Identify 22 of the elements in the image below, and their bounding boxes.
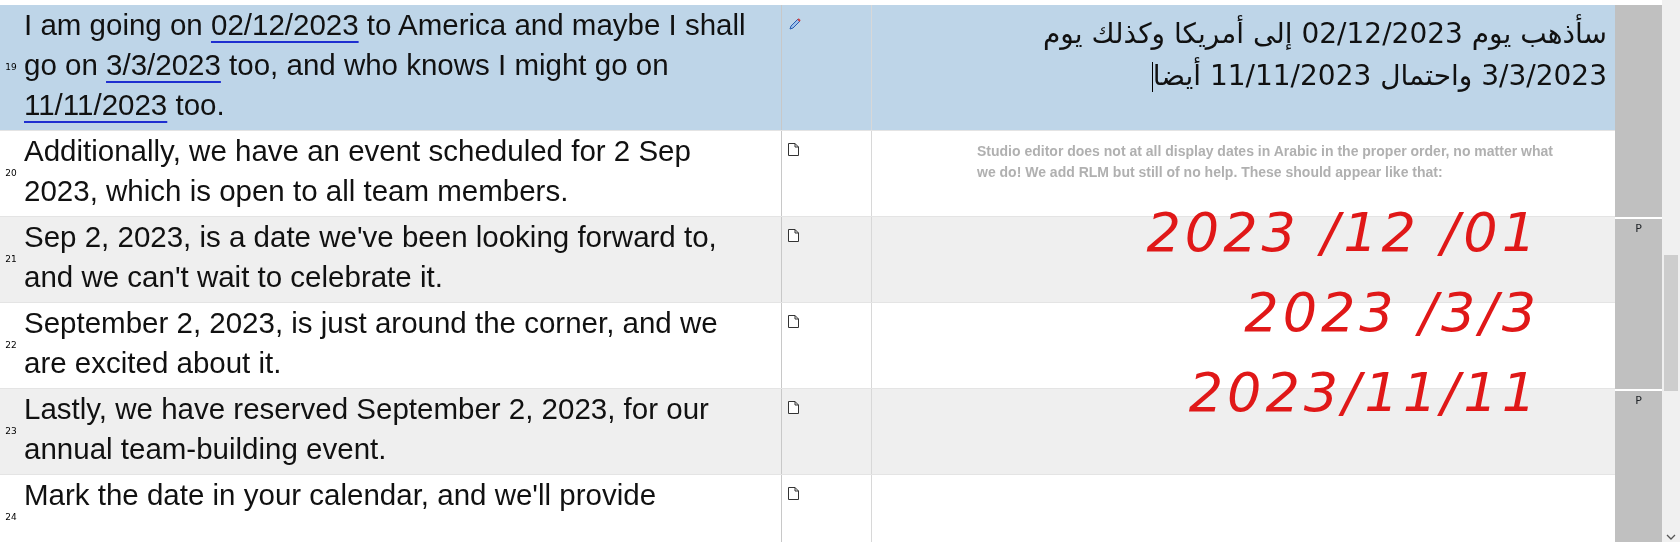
row-number: 20	[5, 166, 17, 180]
source-text: Lastly, we have reserved September 2, 2023, for our annual team-building event.	[24, 391, 710, 467]
source-text: Sep 2, 2023, is a date we've been looking forward to, and we can't wait to celebrate it.	[24, 219, 718, 295]
row-number: 24	[5, 510, 17, 524]
source-text: Additionally, we have an event scheduled for 2 Sep 2023, which is open to all team members.	[24, 133, 692, 209]
source-text: Mark the date in your calendar, and we'll provide	[24, 477, 658, 513]
row-number: 23	[5, 424, 17, 438]
scrollbar-thumb[interactable]	[1664, 255, 1678, 391]
handwritten-note: 2023/11/11	[1188, 360, 1540, 426]
handwritten-note: 2023 /3/3	[1244, 280, 1540, 346]
scrollbar[interactable]	[1662, 0, 1680, 542]
comment-text: Studio editor does not at all display dates in Arabic in the proper order, no matter what we do! We add RLM but still of no help. These should appear like that:	[977, 142, 1554, 182]
handwritten-note: 2023 /12 /01	[1146, 200, 1540, 266]
source-text: I am going on 02/12/2023 to America and maybe I shall go on 3/3/2023 too, and who knows I might go on 11/11/2023 too.	[24, 7, 747, 123]
target-text[interactable]: سأذهب يوم 02/12/2023 إلى أمريكا وكذلك يوم 3/3/2023 واحتمال 11/11/2023 أيضا	[957, 13, 1607, 97]
segment-marker: P	[1635, 222, 1642, 235]
row-number: 21	[5, 252, 17, 266]
scroll-down-icon[interactable]	[1666, 534, 1676, 540]
row-number: 19	[5, 60, 17, 74]
row-number: 22	[5, 338, 17, 352]
source-text: September 2, 2023, is just around the corner, and we are excited about it.	[24, 305, 719, 381]
segment-marker: P	[1635, 394, 1642, 407]
